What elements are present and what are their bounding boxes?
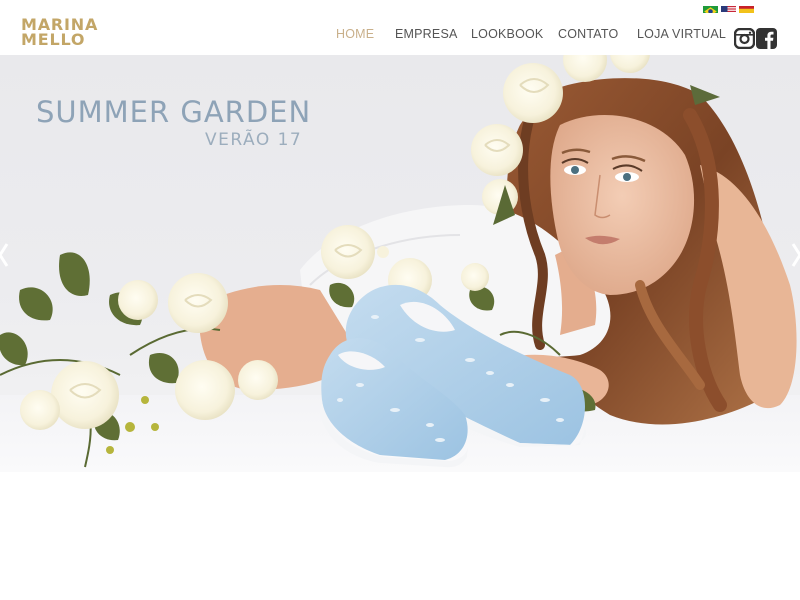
hero-subtitle: VERÃO 17: [205, 130, 303, 150]
nav-item-contato[interactable]: CONTATO: [558, 27, 618, 41]
hero-slider: SUMMER GARDEN VERÃO 17: [0, 55, 800, 472]
chevron-left-icon: [0, 243, 9, 267]
nav-item-empresa[interactable]: EMPRESA: [395, 27, 458, 41]
usa-flag-icon[interactable]: [721, 2, 736, 13]
slider-prev-button[interactable]: [0, 241, 9, 269]
page: SUMMER GARDEN VERÃO 17 MARINA MELLO HOME…: [0, 0, 800, 600]
spain-flag-icon[interactable]: [739, 2, 754, 13]
brand-logo[interactable]: MARINA MELLO: [21, 17, 101, 49]
hero-title: SUMMER GARDEN: [36, 95, 312, 129]
facebook-icon[interactable]: [756, 28, 777, 49]
chevron-right-icon: [791, 243, 800, 267]
nav-item-loja-virtual[interactable]: LOJA VIRTUAL: [637, 27, 726, 41]
slider-next-button[interactable]: [791, 241, 800, 269]
site-header: MARINA MELLO HOME EMPRESA LOOKBOOK CONTA…: [0, 0, 800, 55]
instagram-icon[interactable]: [733, 27, 756, 50]
nav-item-lookbook[interactable]: LOOKBOOK: [471, 27, 543, 41]
nav-item-home[interactable]: HOME: [336, 27, 374, 41]
brand-logo-line2: MELLO: [21, 30, 86, 49]
brazil-flag-icon[interactable]: [703, 2, 718, 13]
